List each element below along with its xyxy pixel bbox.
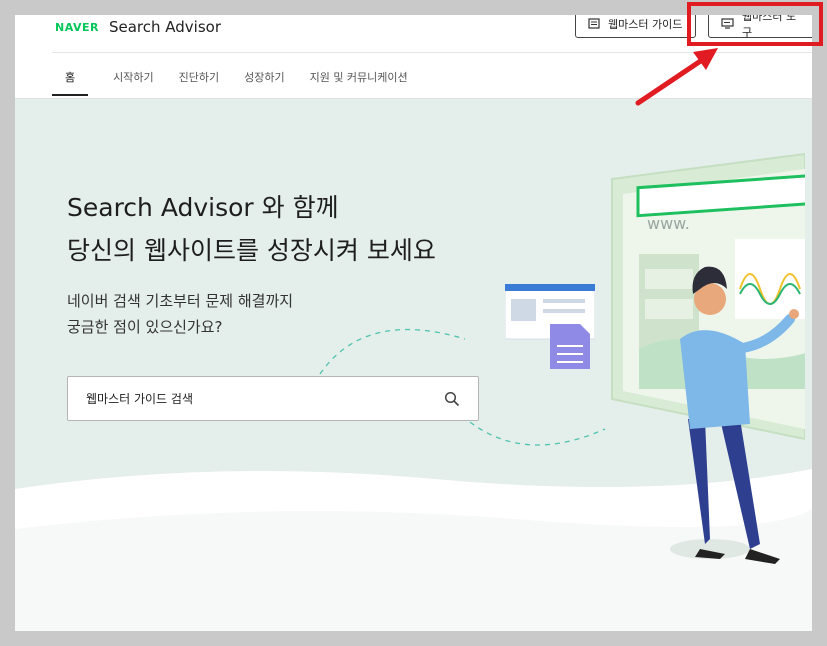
webmaster-guide-button[interactable]: 웹마스터 가이드 — [575, 15, 696, 38]
nav-grow[interactable]: 성장하기 — [244, 69, 284, 96]
main-nav: 홈 시작하기 진단하기 성장하기 지원 및 커뮤니케이션 — [52, 69, 433, 96]
webmaster-guide-label: 웹마스터 가이드 — [608, 17, 683, 31]
nav-getting-started[interactable]: 시작하기 — [113, 69, 153, 96]
annotation-arrow-icon — [635, 48, 718, 106]
url-bar-text: www. — [647, 214, 690, 233]
hero-subtitle-line1: 네이버 검색 기초부터 문제 해결까지 — [67, 292, 294, 310]
naver-logo[interactable]: NAVER — [55, 21, 99, 34]
hero-title-line2: 당신의 웹사이트를 성장시켜 보세요 — [67, 236, 436, 265]
nav-support[interactable]: 지원 및 커뮤니케이션 — [310, 69, 408, 96]
document-illustration — [505, 284, 595, 369]
hero-subtitle-line2: 궁금한 점이 있으신가요? — [67, 318, 223, 336]
hero-subtitle: 네이버 검색 기초부터 문제 해결까지 궁금한 점이 있으신가요? — [67, 288, 293, 340]
guide-search-input[interactable] — [86, 391, 426, 406]
hero-title-line1: Search Advisor 와 함께 — [67, 193, 339, 222]
nav-home[interactable]: 홈 — [52, 69, 89, 96]
hero-illustration: www. — [611, 152, 805, 564]
guide-search-box[interactable] — [67, 376, 479, 421]
search-icon[interactable] — [444, 391, 460, 407]
brand[interactable]: NAVER Search Advisor — [55, 17, 221, 37]
nav-diagnose[interactable]: 진단하기 — [179, 69, 219, 96]
hero-title: Search Advisor 와 함께 당신의 웹사이트를 성장시켜 보세요 — [67, 186, 436, 272]
book-icon — [588, 18, 600, 29]
site-title[interactable]: Search Advisor — [109, 18, 221, 36]
hero-section: Search Advisor 와 함께 당신의 웹사이트를 성장시켜 보세요 네… — [15, 99, 812, 631]
